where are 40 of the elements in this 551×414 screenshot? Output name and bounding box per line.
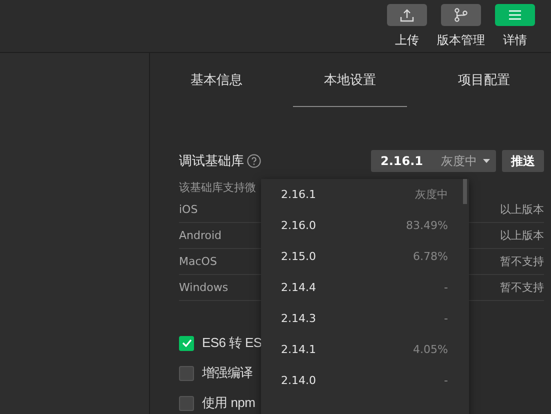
- dropdown-item[interactable]: 2.14.1 4.05%: [261, 334, 469, 365]
- support-value: 暂不支持: [500, 280, 544, 295]
- checkbox[interactable]: [179, 396, 194, 410]
- os-name: iOS: [179, 203, 198, 216]
- os-name: MacOS: [179, 255, 217, 268]
- dropdown-item[interactable]: 2.16.0 83.49%: [261, 210, 469, 241]
- dropdown-item[interactable]: 2.14.3 -: [261, 303, 469, 334]
- branch-icon: [454, 8, 468, 22]
- upload-icon: [400, 8, 414, 22]
- toolbar-label: 详情: [503, 32, 527, 49]
- option-label: 使用 npm: [202, 394, 256, 412]
- tab[interactable]: 本地设置: [293, 53, 407, 107]
- version-select[interactable]: 2.16.1 灰度中: [371, 150, 496, 172]
- toolbar-label: 上传: [395, 32, 419, 49]
- option-label: 增强编译: [202, 364, 253, 382]
- support-value: 以上版本: [500, 228, 544, 243]
- support-value: 以上版本: [500, 202, 544, 217]
- section-label: 调试基础库: [179, 153, 244, 170]
- toolbar-label: 版本管理: [437, 32, 485, 49]
- checkbox[interactable]: [179, 366, 194, 380]
- checkbox[interactable]: [179, 336, 194, 350]
- help-icon[interactable]: [247, 154, 261, 168]
- tab[interactable]: 基本信息: [150, 53, 283, 107]
- caret-icon: [483, 159, 490, 163]
- tab[interactable]: 项目配置: [417, 53, 551, 107]
- os-name: Android: [179, 229, 222, 242]
- support-note: 该基础库支持微: [179, 180, 256, 196]
- dropdown-item[interactable]: 2.16.1 灰度中: [261, 179, 469, 210]
- toolbar-button[interactable]: [387, 4, 427, 26]
- dropdown-item[interactable]: 2.14.4 -: [261, 272, 469, 303]
- check-icon: [182, 339, 192, 347]
- dropdown-item[interactable]: 2.15.0 6.78%: [261, 241, 469, 272]
- toolbar-button[interactable]: [441, 4, 481, 26]
- toolbar-button[interactable]: [495, 4, 535, 26]
- support-value: 暂不支持: [500, 254, 544, 269]
- dropdown-item[interactable]: 2.14.0 -: [261, 365, 469, 396]
- option-label: ES6 转 ES: [202, 334, 262, 352]
- os-name: Windows: [179, 281, 228, 294]
- push-button[interactable]: 推送: [502, 150, 544, 172]
- menu-icon: [509, 10, 521, 20]
